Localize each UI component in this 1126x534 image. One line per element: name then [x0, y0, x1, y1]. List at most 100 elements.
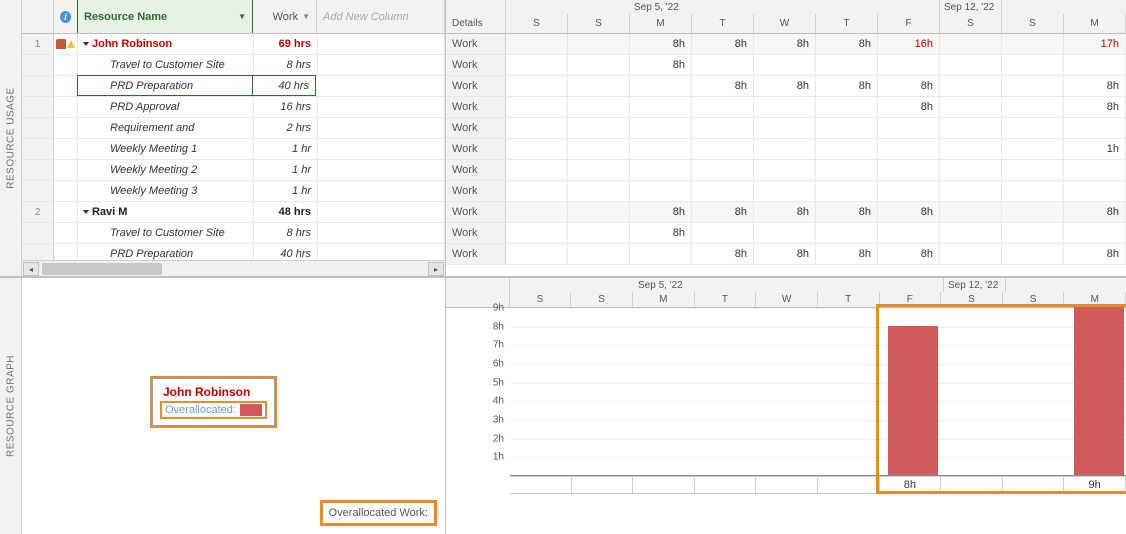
- timephased-cell[interactable]: 8h: [816, 34, 878, 54]
- timephased-cell[interactable]: [940, 76, 1002, 96]
- timephased-cell[interactable]: [754, 97, 816, 117]
- timephased-cell[interactable]: [1002, 76, 1064, 96]
- task-row[interactable]: Weekly Meeting 21 hr: [22, 160, 445, 181]
- timephased-cell[interactable]: [692, 118, 754, 138]
- timephased-cell[interactable]: [1002, 223, 1064, 243]
- timephased-cell[interactable]: 8h: [754, 244, 816, 264]
- timephased-cell[interactable]: [568, 160, 630, 180]
- row-number[interactable]: [22, 55, 54, 75]
- timephased-cell[interactable]: [878, 223, 940, 243]
- name-cell[interactable]: John Robinson: [78, 34, 254, 54]
- timephased-cell[interactable]: [878, 160, 940, 180]
- timephased-cell[interactable]: [1002, 55, 1064, 75]
- timephased-cell[interactable]: 8h: [1064, 76, 1126, 96]
- timephased-cell[interactable]: [816, 139, 878, 159]
- row-number[interactable]: [22, 181, 54, 201]
- add-new-column[interactable]: Add New Column: [317, 0, 445, 33]
- timephased-row[interactable]: Work: [446, 118, 1126, 139]
- timephased-cell[interactable]: 8h: [692, 202, 754, 222]
- task-row[interactable]: Weekly Meeting 11 hr: [22, 139, 445, 160]
- work-cell[interactable]: 40 hrs: [254, 244, 318, 260]
- timephased-cell[interactable]: [754, 223, 816, 243]
- expand-caret-icon[interactable]: [83, 210, 89, 214]
- timephased-cell[interactable]: [878, 118, 940, 138]
- timephased-row[interactable]: Work: [446, 181, 1126, 202]
- timephased-cell[interactable]: [568, 244, 630, 264]
- timephased-row[interactable]: Work1h: [446, 139, 1126, 160]
- horizontal-scrollbar[interactable]: ◂ ▸: [22, 260, 445, 276]
- timephased-cell[interactable]: [816, 223, 878, 243]
- timephased-row[interactable]: Work8h8h8h8h16h17h: [446, 34, 1126, 55]
- timephased-cell[interactable]: [940, 118, 1002, 138]
- work-cell[interactable]: 40 hrs: [252, 75, 316, 96]
- timephased-cell[interactable]: [1002, 34, 1064, 54]
- timephased-row[interactable]: Work8h: [446, 55, 1126, 76]
- timephased-cell[interactable]: [1064, 118, 1126, 138]
- timephased-cell[interactable]: [506, 223, 568, 243]
- timephased-cell[interactable]: [568, 181, 630, 201]
- task-row[interactable]: PRD Approval16 hrs: [22, 97, 445, 118]
- timephased-cell[interactable]: [692, 55, 754, 75]
- timephased-cell[interactable]: [940, 55, 1002, 75]
- timephased-cell[interactable]: 8h: [692, 76, 754, 96]
- timephased-cell[interactable]: [568, 76, 630, 96]
- timephased-cell[interactable]: [940, 160, 1002, 180]
- timephased-cell[interactable]: [1002, 139, 1064, 159]
- timephased-cell[interactable]: [506, 118, 568, 138]
- indicator-column-header[interactable]: i: [54, 0, 78, 33]
- name-cell[interactable]: PRD Preparation: [78, 244, 254, 260]
- timephased-cell[interactable]: [630, 181, 692, 201]
- timephased-cell[interactable]: [630, 160, 692, 180]
- timephased-cell[interactable]: [1002, 160, 1064, 180]
- timephased-cell[interactable]: [630, 76, 692, 96]
- row-number[interactable]: [22, 223, 54, 243]
- name-cell[interactable]: Travel to Customer Site: [78, 223, 254, 243]
- row-number[interactable]: [22, 118, 54, 138]
- timephased-cell[interactable]: [1002, 118, 1064, 138]
- timephased-cell[interactable]: 8h: [816, 244, 878, 264]
- timephased-cell[interactable]: [568, 55, 630, 75]
- work-cell[interactable]: 8 hrs: [254, 223, 318, 243]
- timephased-cell[interactable]: 8h: [1064, 202, 1126, 222]
- name-cell[interactable]: Ravi M: [78, 202, 254, 222]
- timephased-cell[interactable]: 8h: [816, 202, 878, 222]
- name-cell[interactable]: Requirement and: [78, 118, 254, 138]
- chevron-down-icon[interactable]: ▼: [238, 12, 246, 21]
- timephased-cell[interactable]: [940, 97, 1002, 117]
- row-number[interactable]: 1: [22, 34, 54, 54]
- timephased-cell[interactable]: [1064, 223, 1126, 243]
- timephased-cell[interactable]: 8h: [630, 202, 692, 222]
- timephased-cell[interactable]: 8h: [692, 34, 754, 54]
- scrollbar-thumb[interactable]: [42, 263, 162, 275]
- timephased-cell[interactable]: 8h: [754, 76, 816, 96]
- timephased-cell[interactable]: [754, 55, 816, 75]
- resource-name-column-header[interactable]: Resource Name ▼: [77, 0, 253, 33]
- timephased-cell[interactable]: [692, 160, 754, 180]
- scroll-left-button[interactable]: ◂: [23, 262, 39, 276]
- row-number[interactable]: [22, 139, 54, 159]
- name-cell[interactable]: Weekly Meeting 3: [78, 181, 254, 201]
- timephased-cell[interactable]: [506, 34, 568, 54]
- timephased-cell[interactable]: [692, 97, 754, 117]
- timephased-row[interactable]: Work8h8h8h8h8h: [446, 244, 1126, 265]
- timephased-cell[interactable]: 8h: [878, 76, 940, 96]
- timephased-cell[interactable]: [754, 139, 816, 159]
- scroll-right-button[interactable]: ▸: [428, 262, 444, 276]
- timephased-cell[interactable]: [1064, 55, 1126, 75]
- timephased-cell[interactable]: [1002, 97, 1064, 117]
- resource-row[interactable]: 1John Robinson69 hrs: [22, 34, 445, 55]
- timephased-cell[interactable]: [816, 97, 878, 117]
- timephased-cell[interactable]: [816, 160, 878, 180]
- timephased-cell[interactable]: [816, 55, 878, 75]
- timephased-cell[interactable]: [1064, 160, 1126, 180]
- timephased-cell[interactable]: 16h: [878, 34, 940, 54]
- timephased-cell[interactable]: [506, 139, 568, 159]
- timephased-cell[interactable]: [506, 202, 568, 222]
- resource-row[interactable]: 2Ravi M48 hrs: [22, 202, 445, 223]
- timephased-cell[interactable]: [940, 202, 1002, 222]
- timephased-cell[interactable]: [940, 181, 1002, 201]
- timephased-cell[interactable]: [754, 160, 816, 180]
- timephased-cell[interactable]: [940, 223, 1002, 243]
- timephased-cell[interactable]: [568, 202, 630, 222]
- timephased-cell[interactable]: [506, 244, 568, 264]
